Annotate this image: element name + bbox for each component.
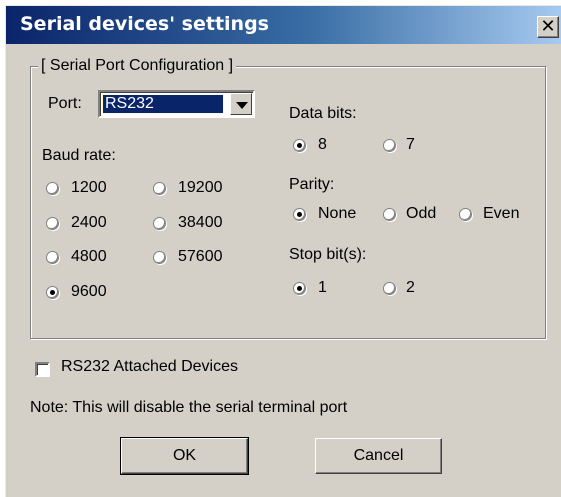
close-button[interactable]: ✕ [537,16,559,38]
window-title: Serial devices' settings [20,13,269,35]
parity-radio-odd[interactable] [383,208,396,221]
baud-radio-2400[interactable] [46,217,59,230]
data-bits-label: Data bits: [289,105,357,122]
baud-label-2400: 2400 [71,214,107,231]
parity-label-none: None [318,205,357,222]
port-select-value: RS232 [102,94,224,114]
stop-bits-label-1: 1 [318,279,327,296]
data-bits-label-8: 8 [318,136,327,153]
baud-radio-1200[interactable] [46,182,59,195]
baud-label-1200: 1200 [71,179,107,196]
title-bar[interactable]: Serial devices' settings ✕ [6,6,561,44]
baud-radio-9600[interactable] [46,286,59,299]
stop-bits-label: Stop bit(s): [289,246,367,263]
stop-bits-label-2: 2 [406,279,415,296]
baud-rate-label: Baud rate: [42,147,116,164]
serial-settings-dialog: Serial devices' settings ✕ [ Serial Port… [5,5,561,497]
baud-radio-4800[interactable] [46,251,59,264]
data-bits-label-7: 7 [406,136,415,153]
port-label: Port: [48,95,82,112]
chevron-down-icon[interactable] [230,93,252,115]
stop-bits-radio-2[interactable] [383,282,396,295]
cancel-button[interactable]: Cancel [315,438,442,474]
baud-label-9600: 9600 [71,283,107,300]
parity-radio-even[interactable] [459,208,472,221]
baud-label-4800: 4800 [71,248,107,265]
data-bits-radio-7[interactable] [383,139,396,152]
baud-label-19200: 19200 [178,179,223,196]
rs232-attached-checkbox[interactable] [35,362,50,377]
baud-label-57600: 57600 [178,248,223,265]
group-legend: [ Serial Port Configuration ] [38,57,237,75]
rs232-attached-label: RS232 Attached Devices [61,358,238,375]
parity-label: Parity: [289,176,335,193]
note-text: Note: This will disable the serial termi… [30,399,348,416]
parity-label-odd: Odd [406,205,437,222]
baud-radio-57600[interactable] [153,251,166,264]
baud-radio-38400[interactable] [153,217,166,230]
parity-radio-none[interactable] [293,208,306,221]
baud-label-38400: 38400 [178,214,223,231]
close-icon: ✕ [540,16,556,37]
baud-radio-19200[interactable] [153,182,166,195]
data-bits-radio-8[interactable] [293,139,306,152]
parity-label-even: Even [483,205,520,222]
port-select[interactable]: RS232 [98,90,255,118]
stop-bits-radio-1[interactable] [293,282,306,295]
ok-button[interactable]: OK [120,437,249,475]
